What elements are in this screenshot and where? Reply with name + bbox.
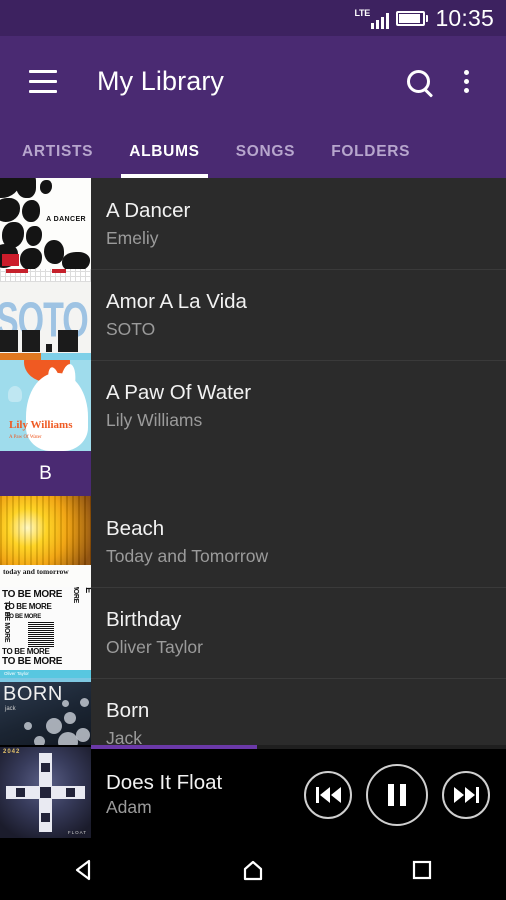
album-artist: Oliver Taylor	[106, 636, 203, 657]
player-controls	[304, 763, 506, 826]
tab-albums[interactable]: ALBUMS	[111, 126, 218, 178]
back-triangle-icon	[76, 859, 91, 881]
skip-next-icon	[453, 786, 479, 803]
album-meta: A Dancer Emeliy	[91, 178, 506, 269]
album-art-thumbnail: SOTO	[0, 269, 91, 360]
skip-previous-icon	[315, 786, 341, 803]
album-title: A Dancer	[106, 198, 191, 222]
album-title: Amor A La Vida	[106, 289, 247, 313]
tab-songs[interactable]: SONGS	[218, 126, 313, 178]
album-art-label: Lily Williams	[9, 419, 73, 431]
album-meta: Born Jack	[91, 678, 506, 746]
album-artist: Lily Williams	[106, 409, 203, 430]
album-meta: A Paw Of Water Lily Williams	[91, 360, 506, 451]
status-clock: 10:35	[435, 4, 494, 31]
status-bar: LTE 10:35	[0, 0, 506, 36]
page-title: My Library	[97, 65, 225, 96]
android-nav-bar	[0, 840, 506, 900]
list-item[interactable]: A DANCER A Dancer Emeliy	[0, 178, 506, 269]
album-art-thumbnail: today and tomorrow	[0, 496, 91, 587]
album-art-thumbnail: TO BE MORE TO BE MORE TO BE MORE TO BE M…	[0, 587, 91, 678]
section-filler	[91, 451, 506, 496]
album-art-label: BORN	[3, 683, 63, 705]
nav-back-button[interactable]	[44, 840, 124, 900]
overflow-menu-icon	[463, 69, 469, 93]
album-title: A Paw Of Water	[106, 380, 252, 404]
album-art-label: A DANCER	[46, 216, 86, 223]
lte-label: LTE	[354, 8, 371, 18]
album-art-label: TO BE MORE	[2, 589, 63, 600]
search-button[interactable]	[394, 57, 442, 105]
album-meta: Birthday Oliver Taylor	[91, 587, 506, 678]
now-playing-meta: Does It Float Adam	[91, 770, 304, 819]
album-artist: Jack	[106, 727, 142, 746]
previous-button[interactable]	[304, 770, 352, 819]
section-letter: B	[0, 451, 91, 496]
album-title: Born	[106, 698, 150, 722]
nav-home-button[interactable]	[213, 840, 293, 900]
phone-screen: LTE 10:35 My Library ARTISTS ALBUMS SONG…	[0, 0, 506, 900]
tab-bar: ARTISTS ALBUMS SONGS FOLDERS	[0, 126, 506, 178]
album-artist: Emeliy	[106, 227, 159, 248]
nav-recents-button[interactable]	[382, 840, 462, 900]
section-header: B	[0, 451, 506, 496]
play-pause-button[interactable]	[366, 763, 428, 826]
now-playing-title: Does It Float	[106, 771, 223, 794]
signal-bars-icon	[370, 12, 390, 29]
recents-square-icon	[412, 860, 431, 880]
home-icon	[243, 860, 263, 881]
list-item[interactable]: SOTO Amor A La Vida SOTO	[0, 269, 506, 360]
overflow-menu-button[interactable]	[442, 57, 490, 105]
album-art-thumbnail: BORN jack	[0, 678, 91, 745]
album-art-label: today and tomorrow	[3, 567, 69, 576]
hamburger-menu-icon[interactable]	[20, 58, 66, 104]
album-meta: Amor A La Vida SOTO	[91, 269, 506, 360]
lte-signal-icon: LTE	[355, 7, 390, 29]
next-button[interactable]	[442, 770, 490, 819]
album-artist: Today and Tomorrow	[106, 545, 269, 566]
list-item[interactable]: Lily Williams A Paw Of Water A Paw Of Wa…	[0, 360, 506, 451]
album-list[interactable]: A DANCER A Dancer Emeliy SOTO Amor A La …	[0, 178, 506, 745]
album-art-sublabel: A Paw Of Water	[9, 435, 42, 440]
pause-icon	[388, 783, 406, 806]
list-item[interactable]: TO BE MORE TO BE MORE TO BE MORE TO BE M…	[0, 587, 506, 678]
list-item[interactable]: today and tomorrow Beach Today and Tomor…	[0, 496, 506, 587]
album-art-thumbnail: Lily Williams A Paw Of Water	[0, 360, 91, 451]
tab-artists[interactable]: ARTISTS	[4, 126, 111, 178]
album-meta: Beach Today and Tomorrow	[91, 496, 506, 587]
album-art-thumbnail: A DANCER	[0, 178, 91, 269]
now-playing-artwork[interactable]: 2042 FLOAT	[0, 747, 91, 838]
album-title: Birthday	[106, 607, 182, 631]
album-title: Beach	[106, 516, 165, 540]
app-bar: My Library	[0, 36, 506, 126]
now-playing-artist: Adam	[106, 797, 152, 817]
now-playing-bar[interactable]: 2042 FLOAT Does It Float Adam	[0, 745, 506, 840]
search-icon	[406, 69, 430, 93]
battery-icon	[396, 10, 429, 26]
tab-folders[interactable]: FOLDERS	[313, 126, 428, 178]
list-item[interactable]: BORN jack Born Jack	[0, 678, 506, 745]
album-artist: SOTO	[106, 318, 156, 339]
